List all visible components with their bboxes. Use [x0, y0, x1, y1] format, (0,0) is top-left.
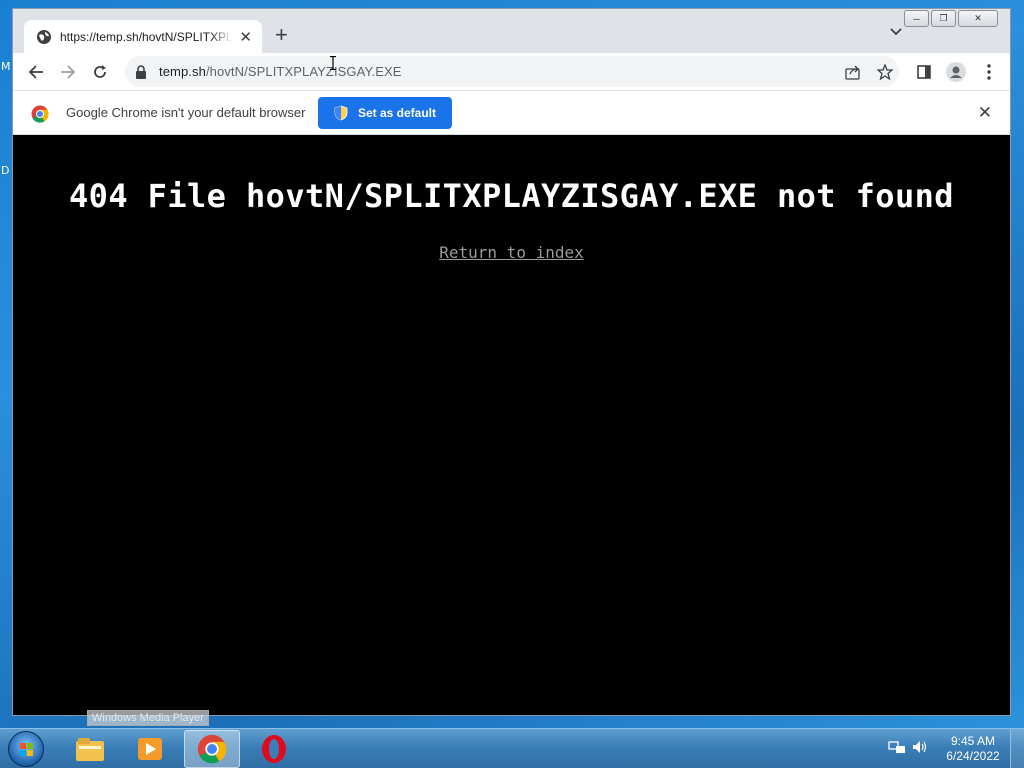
taskbar-media-player[interactable] [122, 730, 178, 768]
forward-arrow-icon[interactable] [58, 62, 78, 82]
desktop-icon-label: M [1, 60, 11, 73]
chrome-icon [197, 734, 227, 764]
taskbar-opera[interactable] [246, 730, 302, 768]
shield-icon [334, 105, 348, 121]
reload-icon[interactable] [90, 62, 110, 82]
text-cursor-icon [330, 56, 336, 70]
window-controls: ─ ❐ ✕ [904, 10, 998, 27]
set-as-default-button[interactable]: Set as default [318, 97, 452, 129]
globe-icon [37, 29, 51, 44]
taskbar-file-explorer[interactable] [62, 730, 118, 768]
lock-icon [136, 64, 146, 79]
close-icon[interactable]: ✕ [239, 28, 252, 46]
window-close-button[interactable]: ✕ [958, 10, 998, 27]
set-as-default-label: Set as default [357, 106, 437, 120]
infobar-close-icon[interactable]: ✕ [978, 103, 992, 123]
return-to-index-link[interactable]: Return to index [13, 243, 1010, 262]
browser-window: ─ ❐ ✕ https://temp.sh/hovtN/SPLITXPLAYZI… [12, 8, 1011, 716]
taskbar: 9:45 AM 6/24/2022 [0, 728, 1024, 768]
address-bar[interactable]: temp.sh/hovtN/SPLITXPLAYZISGAY.EXE [125, 56, 899, 87]
system-tray [888, 739, 928, 755]
opera-icon [262, 735, 286, 763]
taskbar-tooltip: Windows Media Player [87, 710, 209, 726]
file-explorer-icon [76, 738, 104, 761]
taskbar-clock[interactable]: 9:45 AM 6/24/2022 [938, 734, 1008, 764]
new-tab-button[interactable]: + [275, 24, 288, 46]
tab-title: https://temp.sh/hovtN/SPLITXPLAYZISGAY.E… [60, 29, 232, 44]
desktop-icon-label: D [1, 164, 10, 177]
page-title: 404 File hovtN/SPLITXPLAYZISGAY.EXE not … [69, 177, 954, 215]
taskbar-chrome[interactable] [184, 730, 240, 768]
volume-icon[interactable] [912, 739, 928, 755]
start-button[interactable] [8, 731, 44, 767]
restore-button[interactable]: ❐ [931, 10, 956, 27]
chevron-down-icon[interactable] [890, 25, 902, 39]
clock-date: 6/24/2022 [946, 749, 1000, 763]
back-arrow-icon[interactable] [26, 62, 46, 82]
menu-dots-icon[interactable] [979, 62, 999, 82]
share-icon[interactable] [843, 62, 863, 82]
network-icon[interactable] [888, 739, 906, 755]
clock-time: 9:45 AM [950, 734, 996, 748]
windows-logo-icon [20, 743, 33, 756]
page-content: 404 File hovtN/SPLITXPLAYZISGAY.EXE not … [13, 135, 1010, 715]
star-icon[interactable] [875, 62, 895, 82]
minimize-button[interactable]: ─ [904, 10, 929, 27]
browser-tab[interactable]: https://temp.sh/hovtN/SPLITXPLAYZISGAY.E… [24, 20, 262, 53]
infobar-message: Google Chrome isn't your default browser [66, 105, 306, 120]
default-browser-infobar: Google Chrome isn't your default browser… [13, 90, 1010, 135]
show-desktop-button[interactable] [1010, 729, 1024, 768]
chrome-logo-icon [31, 105, 49, 123]
media-player-icon [138, 738, 162, 760]
side-panel-icon[interactable] [914, 62, 934, 82]
url-text: temp.sh/hovtN/SPLITXPLAYZISGAY.EXE [159, 64, 402, 79]
profile-icon[interactable] [946, 62, 966, 82]
browser-toolbar: temp.sh/hovtN/SPLITXPLAYZISGAY.EXE [13, 53, 1010, 90]
